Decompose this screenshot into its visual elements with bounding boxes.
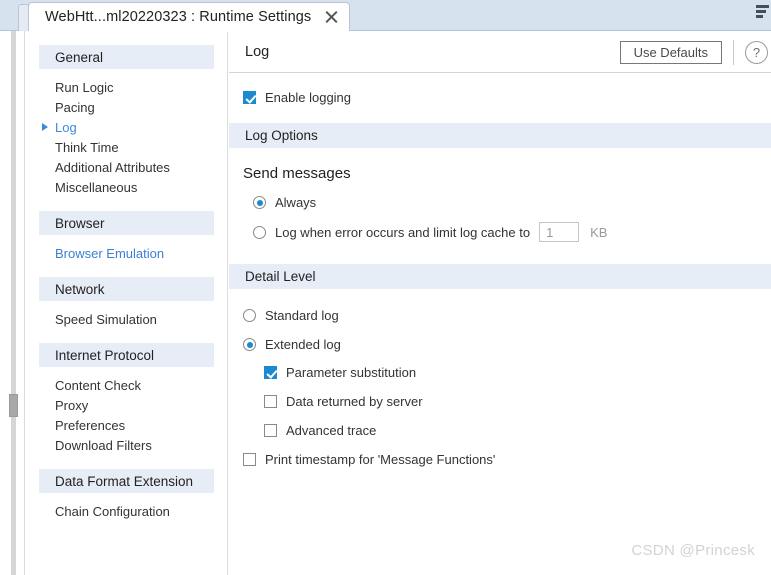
enable-logging-row[interactable]: Enable logging — [229, 90, 771, 105]
nav-group-gap — [26, 329, 227, 343]
sidebar-item-label: Miscellaneous — [55, 179, 138, 195]
log-options-title: Log Options — [245, 128, 318, 143]
parameter-substitution-row[interactable]: Parameter substitution — [229, 365, 771, 380]
sidebar-item-preferences[interactable]: Preferences — [39, 415, 214, 435]
panel-splitter[interactable] — [11, 31, 16, 575]
sidebar-item-miscellaneous[interactable]: Miscellaneous — [39, 177, 214, 197]
nav-group-header-data-format-extension: Data Format Extension — [39, 469, 214, 493]
tab-runtime-settings[interactable]: WebHtt...ml20220323 : Runtime Settings — [28, 2, 351, 31]
nav-group-header-general: General — [39, 45, 214, 69]
nav-group-header-network: Network — [39, 277, 214, 301]
nav-group-header-browser: Browser — [39, 211, 214, 235]
send-messages-subheading: Send messages — [243, 165, 351, 182]
log-on-error-radio[interactable] — [253, 225, 266, 239]
sidebar-item-pacing[interactable]: Pacing — [39, 97, 214, 117]
sidebar-item-browser-emulation[interactable]: Browser Emulation — [39, 243, 214, 263]
sidebar-item-label: Chain Configuration — [55, 503, 170, 519]
standard-log-label: Standard log — [265, 308, 339, 323]
print-timestamp-checkbox[interactable] — [243, 453, 256, 466]
nav-header-gap — [26, 493, 227, 501]
sidebar-item-log[interactable]: Log — [39, 117, 214, 137]
extended-log-row[interactable]: Extended log — [229, 337, 771, 352]
tab-bar: WebHtt...ml20220323 : Runtime Settings — [0, 0, 771, 31]
sidebar-item-think-time[interactable]: Think Time — [39, 137, 214, 157]
standard-log-radio[interactable] — [243, 309, 256, 322]
nav-group-gap — [26, 455, 227, 469]
sidebar-item-label: Additional Attributes — [55, 159, 170, 175]
nav-header-gap — [26, 301, 227, 309]
parameter-substitution-checkbox[interactable] — [264, 366, 277, 379]
nav-group-gap — [26, 197, 227, 211]
log-on-error-label: Log when error occurs and limit log cach… — [275, 224, 531, 240]
page-title: Log — [245, 44, 270, 60]
sidebar-item-additional-attributes[interactable]: Additional Attributes — [39, 157, 214, 177]
selected-arrow-icon — [42, 123, 48, 131]
sidebar-item-label: Log — [55, 119, 77, 135]
advanced-trace-checkbox[interactable] — [264, 424, 277, 437]
print-timestamp-row[interactable]: Print timestamp for 'Message Functions' — [229, 452, 771, 467]
send-messages-on-error-row[interactable]: Log when error occurs and limit log cach… — [229, 222, 771, 242]
parameter-substitution-label: Parameter substitution — [286, 365, 417, 380]
nav-group-gap — [26, 263, 227, 277]
print-timestamp-label: Print timestamp for 'Message Functions' — [265, 452, 496, 467]
sidebar-item-label: Preferences — [55, 417, 126, 433]
detail-level-title: Detail Level — [245, 269, 316, 284]
log-cache-size-input[interactable] — [539, 222, 580, 242]
advanced-trace-label: Advanced trace — [286, 423, 377, 438]
sidebar-item-chain-configuration[interactable]: Chain Configuration — [39, 501, 214, 521]
tab-overflow-icon[interactable] — [756, 5, 770, 21]
data-returned-by-server-checkbox[interactable] — [264, 395, 277, 408]
advanced-trace-row[interactable]: Advanced trace — [229, 423, 771, 438]
log-options-section-header: Log Options — [229, 123, 771, 148]
sidebar-item-run-logic[interactable]: Run Logic — [39, 77, 214, 97]
sidebar-item-label: Browser Emulation — [55, 245, 165, 261]
close-icon[interactable] — [323, 9, 339, 25]
data-returned-by-server-row[interactable]: Data returned by server — [229, 394, 771, 409]
extended-log-radio[interactable] — [243, 338, 256, 351]
watermark: CSDN @Princesk — [631, 542, 755, 559]
sidebar-item-speed-simulation[interactable]: Speed Simulation — [39, 309, 214, 329]
always-radio[interactable] — [253, 196, 266, 209]
always-label: Always — [275, 195, 317, 210]
nav-header-gap — [26, 69, 227, 77]
tab-title: WebHtt...ml20220323 : Runtime Settings — [45, 9, 312, 25]
settings-sidebar: General Run Logic Pacing Log Think Time Addit… — [26, 32, 228, 575]
sidebar-item-label: Pacing — [55, 99, 95, 115]
sidebar-item-label: Content Check — [55, 377, 141, 393]
enable-logging-label: Enable logging — [265, 90, 352, 105]
nav-header-gap — [26, 367, 227, 375]
data-returned-by-server-label: Data returned by server — [286, 394, 423, 409]
sidebar-item-proxy[interactable]: Proxy — [39, 395, 214, 415]
sidebar-item-label: Speed Simulation — [55, 311, 157, 327]
sidebar-item-label: Run Logic — [55, 79, 114, 95]
help-icon[interactable]: ? — [745, 41, 768, 64]
standard-log-row[interactable]: Standard log — [229, 308, 771, 323]
header-actions: Use Defaults ? — [619, 32, 771, 73]
sidebar-item-label: Proxy — [55, 397, 89, 413]
nav-header-gap — [26, 235, 227, 243]
send-messages-always-row[interactable]: Always — [229, 195, 771, 210]
settings-content-panel: Log Use Defaults ? Enable logging Log Op… — [229, 32, 771, 575]
content-header: Log Use Defaults ? — [229, 32, 771, 73]
log-cache-unit-label: KB — [590, 224, 608, 240]
splitter-grip-handle[interactable] — [9, 394, 18, 417]
sidebar-item-label: Think Time — [55, 139, 119, 155]
extended-log-label: Extended log — [265, 337, 341, 352]
sidebar-item-download-filters[interactable]: Download Filters — [39, 435, 214, 455]
enable-logging-checkbox[interactable] — [243, 91, 256, 104]
sidebar-item-content-check[interactable]: Content Check — [39, 375, 214, 395]
header-divider — [733, 40, 734, 65]
nav-group-header-internet-protocol: Internet Protocol — [39, 343, 214, 367]
use-defaults-button[interactable]: Use Defaults — [619, 41, 722, 64]
sidebar-item-label: Download Filters — [55, 437, 152, 453]
detail-level-section-header: Detail Level — [229, 264, 771, 289]
